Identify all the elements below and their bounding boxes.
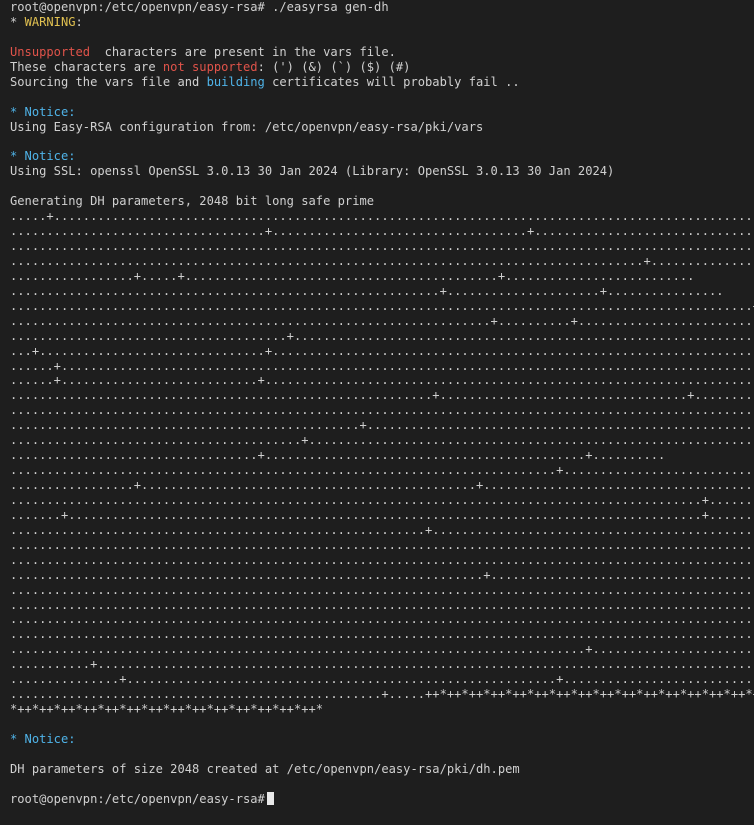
dh-result-line: DH parameters of size 2048 created at /e…	[10, 761, 520, 776]
progress-line: ........................................…	[10, 418, 754, 433]
terminal-window[interactable]: root@openvpn:/etc/openvpn/easy-rsa# ./ea…	[0, 0, 754, 825]
progress-line: ..................................+.....…	[10, 448, 666, 463]
progress-line: ........................................…	[10, 627, 754, 642]
progress-line: ...........+............................…	[10, 657, 754, 672]
progress-line: ........................................…	[10, 642, 754, 657]
progress-line: ......................................+.…	[10, 328, 754, 343]
not-supported-word: not supported	[162, 59, 258, 74]
notice-label-ssl: * Notice:	[10, 149, 76, 164]
progress-line: ........................................…	[10, 687, 754, 702]
progress-line: ........................................…	[10, 552, 754, 567]
progress-line: ........................................…	[10, 239, 754, 253]
ssl-line: Using SSL: openssl OpenSSL 3.0.13 30 Jan…	[10, 164, 615, 179]
progress-line: ........................................…	[10, 313, 754, 328]
final-shell-prompt: root@openvpn:/etc/openvpn/easy-rsa#	[10, 791, 265, 806]
progress-line: ........................................…	[10, 597, 754, 612]
warning-bullet: *	[10, 14, 25, 29]
progress-line: ........................................…	[10, 612, 754, 627]
progress-line: ......+...........................+.....…	[10, 373, 754, 388]
progress-line: ........................................…	[10, 582, 754, 597]
progress-line: ........................................…	[10, 537, 754, 552]
building-word: building	[206, 74, 265, 89]
unsupported-rest: characters are present in the vars file.	[90, 44, 396, 59]
progress-line: ........................................…	[10, 433, 754, 448]
sourcing-pre: Sourcing the vars file and	[10, 74, 207, 89]
sourcing-post: certificates will probably fail ..	[264, 74, 520, 89]
progress-line: ........................................…	[10, 463, 754, 478]
progress-line: ...............+........................…	[10, 672, 753, 687]
generating-line: Generating DH parameters, 2048 bit long …	[10, 194, 375, 209]
progress-line: *++*++*++*++*++*++*++*++*++*++*++*++*++*…	[10, 702, 324, 717]
progress-line: ........................................…	[10, 253, 753, 268]
progress-line: ........................................…	[10, 492, 754, 507]
command-line: root@openvpn:/etc/openvpn/easy-rsa# ./ea…	[10, 0, 754, 15]
unsupported-line: Unsupported characters are present in th…	[10, 45, 754, 60]
progress-line: ......+.................................…	[10, 358, 754, 373]
progress-line: .................+.....+................…	[10, 268, 695, 283]
progress-line: ...................................+....…	[10, 224, 753, 239]
notice-label-dh: * Notice:	[10, 731, 76, 746]
chars-line: These characters are not supported: (') …	[10, 60, 754, 75]
progress-line: .......+................................…	[10, 507, 754, 522]
warning-header: * WARNING:	[10, 15, 754, 30]
shell-prompt: root@openvpn:/etc/openvpn/easy-rsa#	[10, 0, 265, 14]
progress-line: ........................................…	[10, 298, 754, 313]
progress-line: .................+......................…	[10, 478, 754, 492]
final-prompt-line: root@openvpn:/etc/openvpn/easy-rsa#	[10, 791, 754, 807]
warning-label: WARNING	[24, 14, 76, 29]
progress-line: .....+..................................…	[10, 209, 753, 224]
warning-colon: :	[75, 14, 83, 29]
chars-pre: These characters are	[10, 59, 163, 74]
unsupported-word: Unsupported	[10, 44, 91, 59]
command-text: ./easyrsa gen-dh	[264, 0, 389, 14]
progress-line: ........................................…	[10, 283, 724, 298]
config-line: Using Easy-RSA configuration from: /etc/…	[10, 119, 484, 134]
text-cursor	[266, 791, 274, 805]
progress-line: ........................................…	[10, 567, 754, 582]
notice-label-config: * Notice:	[10, 104, 76, 119]
progress-line: ........................................…	[10, 403, 754, 418]
dh-progress-output: .....+..................................…	[10, 209, 754, 717]
progress-line: ........................................…	[10, 522, 754, 537]
progress-line: ........................................…	[10, 388, 753, 403]
chars-post: : (') (&) (`) ($) (#)	[257, 59, 411, 74]
sourcing-line: Sourcing the vars file and building cert…	[10, 75, 754, 90]
progress-line: ...+...............................+....…	[10, 343, 754, 358]
